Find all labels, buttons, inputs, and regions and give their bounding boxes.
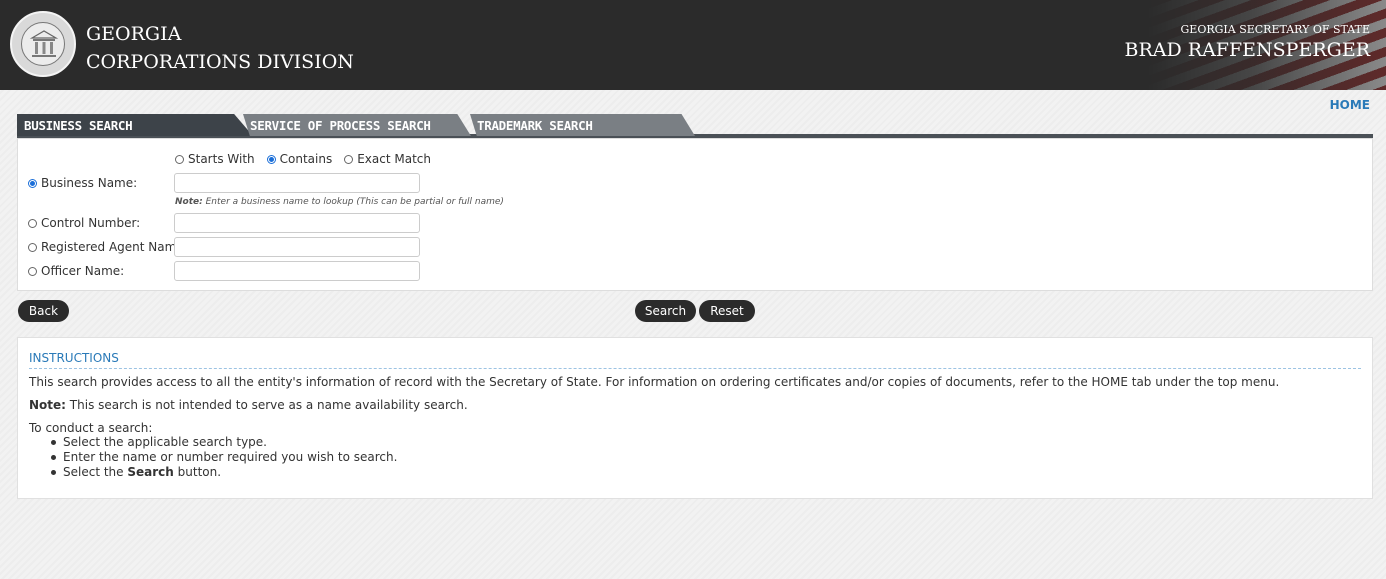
contains-label[interactable]: Contains [280,152,333,166]
instructions-divider [29,368,1361,369]
instructions-note-text: This search is not intended to serve as … [69,398,468,412]
secretary-name: BRAD RAFFENSPERGER [1124,39,1370,61]
officer-name-radio[interactable] [28,266,37,276]
note-text: Enter a business name to lookup (This ca… [205,197,504,207]
step3-pre: Select the [63,465,124,479]
control-number-radio[interactable] [28,218,37,228]
instructions-note: Note: This search is not intended to ser… [29,398,468,412]
business-name-label[interactable]: Business Name: [41,176,137,190]
contains-radio[interactable] [266,154,276,164]
home-link[interactable]: HOME [1330,98,1370,112]
tab-trademark-search[interactable]: TRADEMARK SEARCH [470,114,695,136]
georgia-state-seal-icon[interactable] [10,11,76,77]
business-name-note: Note: Enter a business name to lookup (T… [175,197,504,207]
tab-business-search[interactable]: BUSINESS SEARCH [17,114,253,136]
instructions-steps: Select the applicable search type. Enter… [51,435,397,480]
business-name-input[interactable] [174,173,420,193]
site-header: GEORGIA CORPORATIONS DIVISION GEORGIA SE… [0,0,1386,90]
back-button[interactable]: Back [18,300,69,322]
site-title-line2: CORPORATIONS DIVISION [86,51,354,73]
registered-agent-radio[interactable] [28,242,37,252]
business-name-option: Business Name: [28,176,137,190]
step3-bold: Search [127,465,174,479]
business-name-radio[interactable] [28,178,37,188]
note-label: Note: [175,197,203,207]
instructions-conduct: To conduct a search: [29,421,153,435]
list-item: Select the applicable search type. [51,435,397,450]
registered-agent-input[interactable] [174,237,420,257]
business-search-form: Starts With Contains Exact Match Busines… [17,138,1373,291]
search-tabs: BUSINESS SEARCH SERVICE OF PROCESS SEARC… [17,114,1373,138]
step3-post: button. [177,465,222,479]
exact-match-label[interactable]: Exact Match [357,152,431,166]
instructions-panel: INSTRUCTIONS This search provides access… [17,337,1373,499]
control-number-option: Control Number: [28,216,140,230]
site-title-line1: GEORGIA [86,23,182,45]
match-type-options: Starts With Contains Exact Match [175,152,431,166]
secretary-of-state-label: GEORGIA SECRETARY OF STATE [1180,23,1371,36]
control-number-input[interactable] [174,213,420,233]
registered-agent-option: Registered Agent Name: [28,240,188,254]
officer-name-input[interactable] [174,261,420,281]
starts-with-radio[interactable] [175,154,184,164]
exact-match-radio[interactable] [344,154,354,164]
tab-service-of-process-search[interactable]: SERVICE OF PROCESS SEARCH [243,114,471,136]
instructions-title: INSTRUCTIONS [29,351,119,365]
list-item: Enter the name or number required you wi… [51,450,397,465]
reset-button[interactable]: Reset [699,300,755,322]
officer-name-label[interactable]: Officer Name: [41,264,124,278]
secretary-of-state-block: GEORGIA SECRETARY OF STATE BRAD RAFFENSP… [1125,22,1370,62]
officer-name-option: Officer Name: [28,264,124,278]
site-title: GEORGIA CORPORATIONS DIVISION [86,20,354,76]
instructions-note-label: Note: [29,398,66,412]
instructions-paragraph: This search provides access to all the e… [29,375,1280,389]
starts-with-label[interactable]: Starts With [188,152,255,166]
search-button[interactable]: Search [635,300,696,322]
registered-agent-label[interactable]: Registered Agent Name: [41,240,188,254]
list-item: Select the Search button. [51,465,397,480]
control-number-label[interactable]: Control Number: [41,216,140,230]
